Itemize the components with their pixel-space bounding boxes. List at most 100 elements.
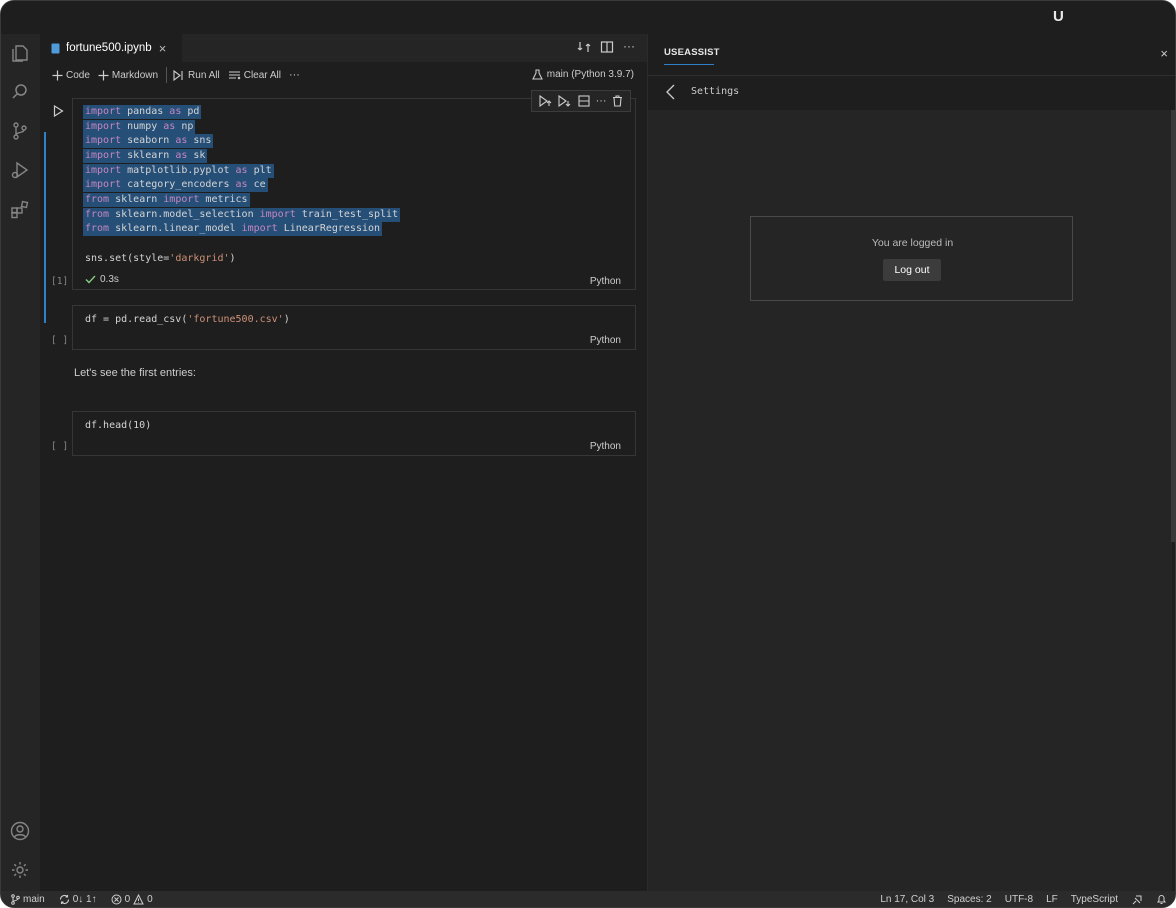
language-mode[interactable]: TypeScript: [1071, 894, 1118, 905]
run-above-icon[interactable]: [539, 95, 553, 107]
branch-status[interactable]: main: [11, 894, 45, 905]
panel-body: You are logged in Log out: [648, 110, 1172, 891]
cell-toolbar: ···: [531, 90, 631, 112]
files-icon[interactable]: [9, 42, 31, 64]
extensions-icon[interactable]: [9, 198, 31, 220]
code-cell-2[interactable]: df = pd.read_csv('fortune500.csv') Pytho…: [72, 305, 636, 350]
code-cell-3[interactable]: df.head(10) Python: [72, 411, 636, 456]
login-status-box: You are logged in Log out: [750, 216, 1073, 301]
tab-bar: fortune500.ipynb × ···: [40, 34, 647, 62]
run-all-button[interactable]: Run All: [173, 69, 220, 81]
branch-name: main: [23, 894, 45, 905]
bell-icon[interactable]: [1156, 894, 1167, 905]
toolbar-more-button[interactable]: ···: [289, 69, 300, 81]
add-markdown-button[interactable]: Markdown: [98, 70, 158, 81]
more-actions-icon[interactable]: ···: [623, 40, 635, 54]
app-window: U fortune500.ipynb × ··· Code Markdown R…: [0, 0, 1176, 908]
code-line: df.head(10): [85, 420, 152, 431]
split-cell-icon[interactable]: [578, 95, 590, 107]
cell-language[interactable]: Python: [590, 335, 621, 346]
cell-more-icon[interactable]: ···: [596, 95, 607, 107]
execution-time: 0.3s: [100, 274, 119, 285]
panel-header: USEASSIST ×: [648, 34, 1175, 76]
execution-count: [ ]: [51, 441, 69, 452]
sync-counts: 0↓ 1↑: [72, 894, 97, 905]
execution-status: 0.3s: [85, 274, 119, 285]
sync-status[interactable]: 0↓ 1↑: [59, 894, 97, 905]
code-line: from sklearn.model_selection import trai…: [83, 208, 401, 222]
add-markdown-label: Markdown: [111, 69, 159, 81]
tab-label: fortune500.ipynb: [66, 42, 152, 54]
branch-icon: [11, 894, 20, 905]
problems-status[interactable]: 0 0: [111, 894, 153, 905]
logged-in-text: You are logged in: [871, 237, 954, 249]
plus-icon: [52, 70, 63, 80]
status-right: Ln 17, Col 3 Spaces: 2 UTF-8 LF TypeScri…: [880, 894, 1167, 905]
tab-close-icon[interactable]: ×: [159, 41, 167, 56]
code-line: import category_encoders as ce: [83, 178, 268, 192]
notebook-toolbar: Code Markdown Run All Clear All ··· main…: [40, 62, 647, 88]
more-icon: ···: [288, 69, 300, 81]
source-control-icon[interactable]: [9, 120, 31, 142]
code-line: import matplotlib.pyplot as plt: [83, 164, 274, 178]
execution-count: [1]: [51, 276, 69, 287]
kernel-label: main (Python 3.9.7): [546, 69, 634, 80]
run-below-icon[interactable]: [558, 95, 572, 107]
flask-icon: [531, 69, 543, 80]
cursor-position[interactable]: Ln 17, Col 3: [880, 894, 934, 905]
code-line: import numpy as np: [83, 120, 196, 134]
indentation-status[interactable]: Spaces: 2: [947, 894, 991, 905]
code-line: from sklearn import metrics: [83, 193, 250, 207]
code-line: sns.set(style='darkgrid'): [85, 253, 236, 264]
toolbar-divider: [166, 67, 168, 83]
settings-header: Settings: [648, 76, 1175, 110]
panel-title-tab[interactable]: USEASSIST: [664, 47, 720, 58]
activity-bar: [1, 34, 40, 891]
run-all-icon: [173, 69, 183, 81]
code-line: from sklearn.linear_model import LinearR…: [83, 222, 383, 236]
kernel-picker[interactable]: main (Python 3.9.7): [531, 69, 634, 80]
logout-button[interactable]: Log out: [883, 259, 941, 281]
warning-icon: [133, 894, 144, 905]
eol-status[interactable]: LF: [1046, 894, 1058, 905]
tab-fortune500[interactable]: fortune500.ipynb ×: [40, 34, 182, 62]
status-left: main 0↓ 1↑ 0 0: [11, 894, 153, 905]
plus-icon: [98, 70, 109, 80]
error-count: 0: [124, 894, 131, 905]
compare-changes-icon[interactable]: [577, 40, 591, 54]
run-all-label: Run All: [188, 69, 220, 81]
active-cell-indicator: [44, 132, 46, 323]
encoding-status[interactable]: UTF-8: [1005, 894, 1033, 905]
app-logo: U: [1053, 8, 1064, 25]
code-line: import sklearn as sk: [83, 149, 208, 163]
clear-all-label: Clear All: [243, 69, 281, 81]
code-line: df = pd.read_csv('fortune500.csv'): [85, 314, 290, 325]
chevron-left-icon[interactable]: [666, 84, 675, 100]
panel-tab-indicator: [664, 64, 714, 65]
gear-icon[interactable]: [9, 859, 31, 881]
warning-count: 0: [147, 894, 153, 905]
code-line: import pandas as pd: [83, 105, 202, 119]
run-debug-icon[interactable]: [9, 159, 31, 181]
account-icon[interactable]: [9, 820, 31, 842]
split-editor-icon[interactable]: [600, 40, 614, 54]
useassist-panel: USEASSIST × Settings You are logged in L…: [647, 34, 1175, 891]
add-code-label: Code: [66, 69, 90, 81]
notebook-editor: fortune500.ipynb × ··· Code Markdown Run: [40, 34, 647, 891]
title-bar: U: [1, 1, 1175, 34]
scrollbar[interactable]: [1171, 110, 1175, 542]
code-cell-1[interactable]: import pandas as pd import numpy as np i…: [72, 98, 636, 290]
trash-icon[interactable]: [612, 95, 623, 107]
search-icon[interactable]: [9, 81, 31, 103]
add-code-button[interactable]: Code: [52, 70, 90, 81]
feedback-icon[interactable]: [1131, 894, 1143, 905]
markdown-cell[interactable]: Let's see the first entries:: [74, 367, 196, 379]
check-icon: [85, 275, 96, 284]
settings-label: Settings: [691, 86, 740, 97]
run-cell-icon[interactable]: [53, 105, 64, 117]
cell-language[interactable]: Python: [590, 276, 621, 287]
clear-all-button[interactable]: Clear All: [228, 70, 281, 81]
cell-language[interactable]: Python: [590, 441, 621, 452]
close-icon[interactable]: ×: [1160, 46, 1168, 61]
error-icon: [111, 894, 122, 905]
